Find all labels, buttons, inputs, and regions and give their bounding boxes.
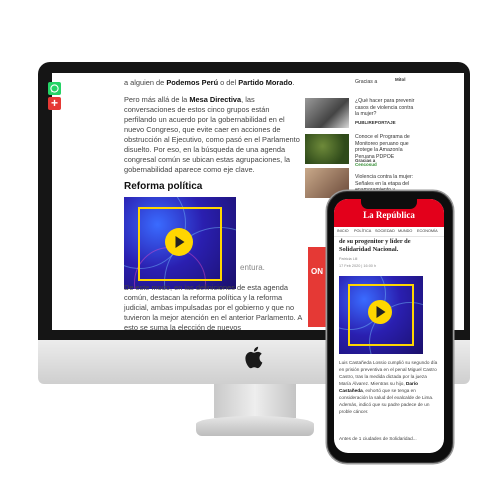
party-name: Podemos Perú — [166, 78, 219, 87]
phone-screen: La República INICIO POLÍTICA SOCIEDAD MU… — [334, 199, 444, 453]
imac-stand-base — [196, 416, 314, 436]
nav-item-sociedad[interactable]: SOCIEDAD — [375, 229, 395, 233]
sidebar-thumbnail — [305, 98, 349, 128]
article-body-tail: Antes de 1 ciudades de Solidaridad... — [339, 436, 417, 441]
more-share-button[interactable]: + — [48, 97, 61, 110]
video-caption: entura. — [240, 263, 265, 272]
nav-item-inicio[interactable]: INICIO — [337, 229, 349, 233]
body-text: Pero más allá de la — [124, 95, 190, 104]
article-title: de su progenitor y líder de Solidaridad … — [339, 238, 411, 253]
party-name: Partido Morado — [238, 78, 293, 87]
site-logo[interactable]: La República — [334, 210, 444, 220]
sidebar-item-text: ¿Qué hacer para prevenir casos de violen… — [355, 98, 415, 118]
sidebar-item-text: Conoce el Programa de Monitoreo peruano … — [355, 134, 410, 160]
sidebar-tag: Cencosud — [355, 162, 377, 167]
intro-text: o del — [218, 78, 239, 87]
plus-icon: + — [50, 96, 58, 110]
sidebar-item-text: Gracias a — [355, 79, 378, 85]
article-body: Luis Castañeda Lossio cumplió su segundo… — [339, 359, 439, 415]
body-paragraph-1: Pero más allá de la Mesa Directiva, las … — [124, 95, 300, 175]
nav-item-mundo[interactable]: MUNDO — [398, 229, 412, 233]
article-author: Patricia Lill — [339, 257, 358, 261]
play-icon[interactable] — [368, 300, 392, 324]
intro-paragraph: a alguien de Podemos Perú o del Partido … — [124, 78, 300, 88]
nav-item-economia[interactable]: ECONOMÍA — [417, 229, 438, 233]
imac-stand — [214, 384, 296, 418]
phone-video-player[interactable] — [339, 276, 423, 354]
video-player[interactable] — [124, 197, 236, 289]
sidebar-item[interactable]: Gracias a Mitol — [305, 73, 417, 97]
intro-text: a alguien de — [124, 78, 167, 87]
nav-item-politica[interactable]: POLÍTICA — [354, 229, 371, 233]
body-text: , las conversaciones de estos cinco grup… — [124, 95, 300, 174]
sidebar-thumbnail — [305, 134, 349, 164]
body-text: Luis Castañeda Lossio cumplió su segundo… — [339, 360, 438, 386]
article-column: a alguien de Podemos Perú o del Partido … — [124, 78, 300, 289]
apple-logo-icon — [245, 346, 263, 369]
whatsapp-icon — [50, 84, 59, 93]
play-icon[interactable] — [165, 228, 193, 256]
whatsapp-share-button[interactable] — [48, 82, 61, 95]
body-paragraph-2: De este modo, en las definiciones de est… — [124, 283, 302, 332]
article-date: 17 Feb 2020 | 16:00 h — [339, 264, 377, 268]
section-heading: Reforma política — [124, 181, 203, 192]
sidebar-tag: PUBLIREPORTAJE — [355, 120, 396, 125]
body-bold: Mesa Directiva — [189, 95, 242, 104]
sidebar-tag: Mitol — [395, 77, 406, 82]
intro-text: . — [292, 78, 295, 87]
phone-nav: INICIO POLÍTICA SOCIEDAD MUNDO ECONOMÍA — [334, 227, 444, 237]
sidebar-item[interactable]: ¿Qué hacer para prevenir casos de violen… — [305, 98, 417, 130]
phone-notch — [361, 199, 417, 209]
